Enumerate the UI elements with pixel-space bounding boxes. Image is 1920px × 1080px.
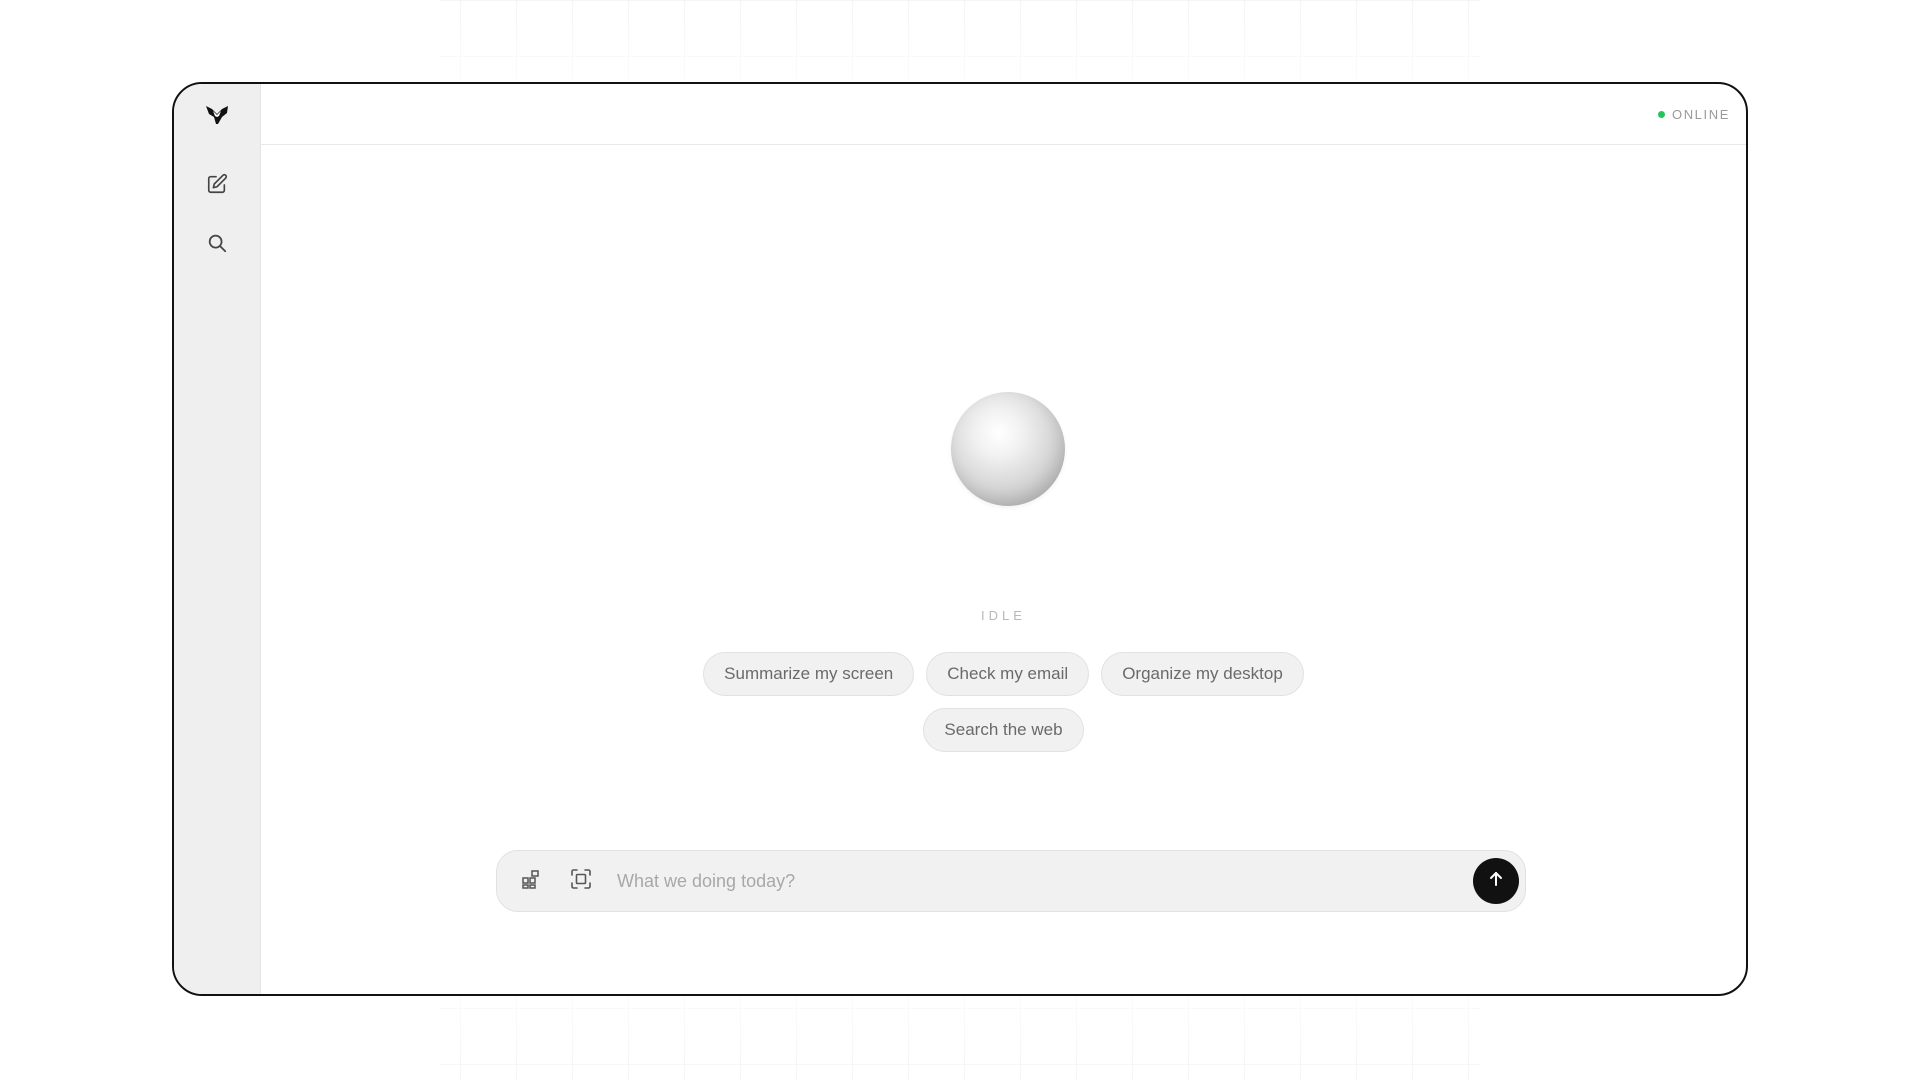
message-input[interactable]	[617, 870, 1473, 892]
arrow-up-icon	[1487, 870, 1505, 893]
assistant-state-label: IDLE	[981, 608, 1026, 623]
main-panel: ONLINE IDLE Summarize my screen Check my…	[261, 84, 1746, 994]
new-chat-button[interactable]	[199, 168, 235, 204]
apps-add-icon	[521, 869, 541, 894]
fox-head-logo-icon	[202, 100, 232, 130]
screen-capture-icon	[570, 868, 592, 895]
suggestion-chips: Summarize my screen Check my email Organ…	[261, 652, 1746, 752]
message-composer	[496, 850, 1526, 912]
suggestion-summarize-screen[interactable]: Summarize my screen	[703, 652, 915, 696]
suggestion-search-web[interactable]: Search the web	[923, 708, 1084, 752]
status-dot	[1657, 110, 1665, 118]
suggestion-row: Search the web	[261, 708, 1746, 752]
apps-add-button[interactable]	[515, 865, 547, 897]
search-icon	[206, 232, 228, 259]
screen-capture-button[interactable]	[565, 865, 597, 897]
assistant-orb	[951, 392, 1065, 506]
status-text: ONLINE	[1671, 106, 1730, 122]
edit-icon	[206, 173, 228, 200]
send-button[interactable]	[1473, 858, 1519, 904]
connection-status: ONLINE	[1657, 106, 1730, 122]
sidebar	[174, 84, 261, 994]
search-button[interactable]	[199, 227, 235, 263]
top-bar: ONLINE	[261, 84, 1746, 145]
suggestion-check-email[interactable]: Check my email	[926, 652, 1090, 696]
app-window: ONLINE IDLE Summarize my screen Check my…	[172, 82, 1748, 996]
suggestion-organize-desktop[interactable]: Organize my desktop	[1101, 652, 1304, 696]
suggestion-row: Summarize my screen Check my email Organ…	[261, 652, 1746, 696]
